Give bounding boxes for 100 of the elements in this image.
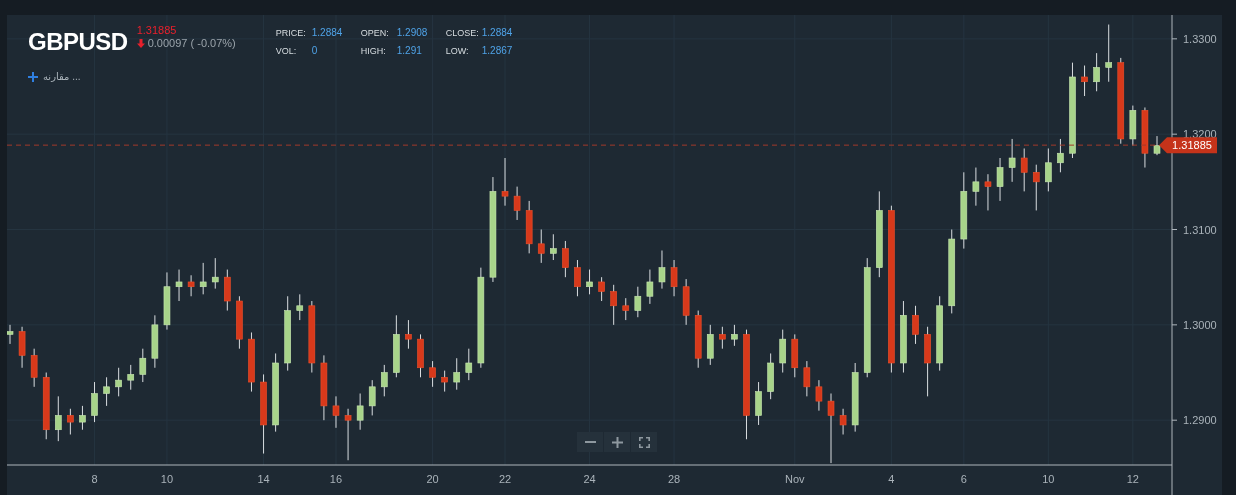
candlestick — [513, 186, 521, 221]
candlestick — [815, 379, 823, 412]
axis-label: 10 — [1042, 473, 1055, 485]
plus-icon — [611, 436, 623, 448]
candlestick — [731, 324, 738, 347]
candlestick — [658, 249, 666, 290]
stat-value: 1.2867 — [481, 45, 513, 57]
stat-label: OPEN: — [360, 27, 390, 39]
candlestick — [224, 269, 231, 312]
candlestick — [1045, 147, 1052, 192]
candlestick — [1008, 138, 1016, 183]
axis-label: Nov — [785, 473, 805, 485]
fullscreen-icon — [638, 436, 650, 448]
candlestick — [1093, 52, 1100, 92]
stat-value: 1.2884 — [311, 27, 343, 39]
stat-value: 1.2908 — [396, 27, 428, 39]
compare-button[interactable]: مقارنه ... — [28, 71, 81, 82]
stat-label: LOW: — [445, 45, 470, 57]
symbol-title: GBPUSD — [28, 28, 128, 56]
axis-label: 14 — [257, 473, 270, 485]
candlestick — [1081, 65, 1088, 97]
candlestick — [79, 405, 86, 431]
candlestick — [972, 167, 980, 207]
axis-label: 1.2900 — [1183, 414, 1217, 427]
candlestick — [332, 395, 340, 429]
stat-label: VOL: — [275, 45, 298, 57]
candlestick — [344, 408, 352, 461]
candlestick — [187, 274, 195, 297]
stat-label: CLOSE: — [445, 27, 476, 39]
candlestick — [91, 381, 98, 423]
candlestick — [441, 370, 448, 393]
candlestick — [574, 259, 581, 297]
candlestick — [719, 326, 726, 350]
candlestick — [429, 360, 436, 388]
candlestick — [453, 357, 461, 391]
candlestick — [380, 364, 388, 397]
candlestick — [465, 348, 473, 381]
candlestick — [1057, 138, 1064, 173]
axis-label: 1.3300 — [1183, 32, 1217, 45]
axis-label: 10 — [160, 473, 174, 485]
axis-label: 16 — [329, 473, 343, 485]
candlestick — [103, 376, 110, 407]
axis-label: 8 — [91, 473, 98, 485]
plus-icon — [28, 71, 38, 82]
candlestick — [54, 395, 62, 442]
zoom-in-button[interactable] — [604, 432, 630, 452]
candlestick — [803, 360, 811, 397]
candlestick — [839, 408, 847, 435]
axis-label: 20 — [426, 473, 439, 485]
candlestick — [405, 319, 412, 350]
price-change: 0.00097 ( -0.07%) — [147, 37, 236, 49]
stat-value: 1.291 — [396, 45, 422, 57]
candlestick — [199, 262, 207, 295]
candlestick — [1153, 135, 1161, 156]
candlestick — [175, 269, 183, 302]
candlestick — [586, 269, 593, 295]
axis-label: 6 — [960, 473, 967, 485]
candlestick — [18, 326, 26, 369]
axis-label: 22 — [498, 473, 512, 485]
price-tag: 1.31885 — [1159, 137, 1217, 154]
candlestick — [646, 269, 654, 305]
candlestick — [7, 324, 14, 345]
stat-value: 0 — [311, 45, 318, 57]
candlestick — [779, 329, 787, 374]
axis-label: 1.3100 — [1183, 223, 1217, 236]
fullscreen-button[interactable] — [631, 432, 657, 452]
candlestick — [610, 284, 617, 326]
candlestick — [67, 408, 74, 435]
candlestick — [1020, 147, 1028, 192]
candlestick — [127, 364, 135, 391]
candlestick — [670, 259, 678, 297]
candlestick — [211, 257, 219, 290]
candlestick — [139, 348, 147, 383]
axis-label: 12 — [1126, 473, 1139, 485]
axis-label: 24 — [583, 473, 596, 485]
stat-value: 1.2884 — [481, 27, 513, 39]
candlestick — [634, 286, 642, 318]
candlestick — [501, 157, 509, 207]
axis-label: 4 — [888, 473, 895, 485]
minus-icon — [584, 441, 596, 443]
candlestick — [984, 173, 992, 211]
candlestick — [912, 305, 919, 345]
candlestick — [368, 379, 376, 416]
ref-line-label: 1.31885 — [1172, 139, 1212, 152]
candlestick — [1105, 24, 1113, 83]
candlestick — [827, 393, 835, 464]
candlestick — [755, 381, 762, 426]
last-price: 1.31885 — [136, 24, 178, 36]
axis-label: 1.3000 — [1183, 318, 1217, 331]
candlestick — [356, 393, 364, 431]
axis-label: 28 — [667, 473, 681, 485]
candlestick — [550, 233, 557, 261]
candlestick — [996, 157, 1004, 202]
candlestick — [706, 324, 714, 366]
zoom-out-button[interactable] — [577, 432, 603, 452]
candlestick — [598, 276, 605, 302]
candlestick — [30, 348, 38, 388]
stat-label: HIGH: — [360, 45, 387, 57]
candlestick — [622, 297, 630, 321]
candlestick — [537, 229, 545, 264]
